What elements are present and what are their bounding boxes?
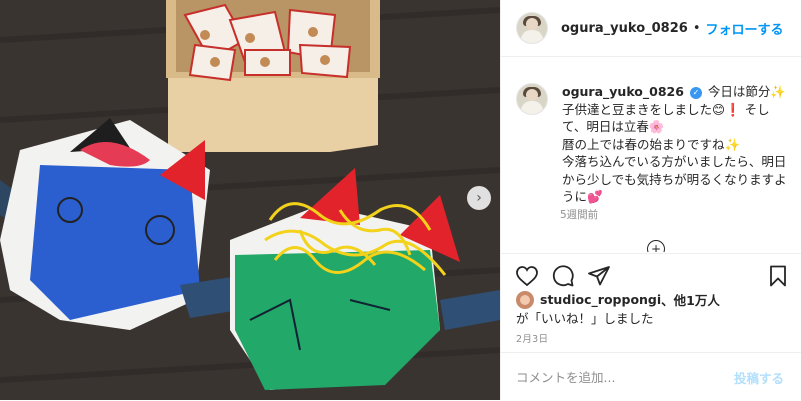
caption-text: ogura_yuko_0826 ✓ 今日は節分✨ 子供達と豆まきをしました😊❗ … (562, 83, 787, 206)
caption-username[interactable]: ogura_yuko_0826 (562, 84, 684, 99)
post-header: ogura_yuko_0826 • フォローする (501, 0, 801, 57)
liker-avatar[interactable] (516, 290, 534, 309)
chevron-right-icon: › (476, 190, 482, 206)
next-photo-button[interactable]: › (467, 186, 491, 210)
caption-line-1: 今日は節分✨ (707, 84, 786, 99)
caption-line-2: 子供達と豆まきをしました😊❗ そして、明日は立春🌸 (562, 101, 770, 135)
follow-button[interactable]: フォローする (706, 19, 784, 38)
caption-line-4: 今落ち込んでいる方がいましたら、明日から少しでも気持ちが明るくなりますように💕 (562, 154, 787, 204)
header-avatar[interactable] (516, 12, 548, 44)
likes-suffix: が「いいね！」しました (516, 311, 654, 326)
heart-icon[interactable] (515, 264, 539, 288)
caption-avatar[interactable] (516, 83, 548, 115)
caption-time-ago[interactable]: 5週間前 (560, 207, 598, 222)
plus-icon: + (650, 242, 662, 252)
liker-username[interactable]: studioc_roppongi (540, 292, 661, 307)
comment-input[interactable] (516, 369, 721, 385)
post-photo[interactable]: › (0, 0, 500, 400)
post-sidebar: ogura_yuko_0826 • フォローする ogura_yuko_0826… (500, 0, 801, 400)
caption-area: ogura_yuko_0826 ✓ 今日は節分✨ 子供達と豆まきをしました😊❗ … (501, 57, 801, 252)
caption-line-3: 暦の上では春の始まりですね✨ (562, 136, 741, 152)
caption: ogura_yuko_0826 ✓ 今日は節分✨ 子供達と豆まきをしました😊❗ … (516, 83, 787, 206)
photo-illustration (0, 0, 500, 400)
post-comment-button[interactable]: 投稿する (734, 368, 784, 387)
share-icon[interactable] (587, 264, 611, 288)
header-separator: • (692, 20, 701, 36)
comment-form: 投稿する (501, 352, 801, 401)
header-username[interactable]: ogura_yuko_0826 (561, 21, 688, 36)
bookmark-icon[interactable] (766, 264, 790, 288)
action-bar (501, 253, 801, 294)
post-date[interactable]: 2月3日 (516, 331, 548, 345)
likes-count[interactable]: 、他1万人 (661, 290, 720, 309)
likes-summary: studioc_roppongi 、他1万人 (516, 290, 720, 309)
instagram-post: › ogura_yuko_0826 • フォローする ogura_yuko_08… (0, 0, 801, 400)
comment-icon[interactable] (551, 264, 575, 288)
load-more-comments-button[interactable]: + (647, 240, 665, 252)
verified-badge-icon: ✓ (689, 87, 702, 99)
